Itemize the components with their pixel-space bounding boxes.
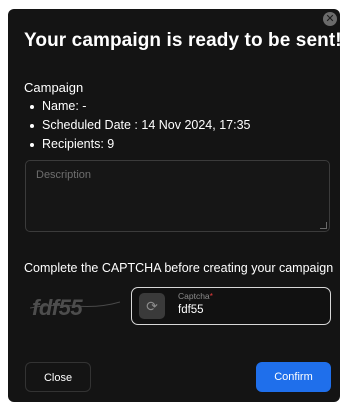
detail-scheduled-date: Scheduled Date : 14 Nov 2024, 17:35 xyxy=(28,116,250,135)
close-button[interactable]: Close xyxy=(25,362,91,392)
close-icon[interactable]: ✕ xyxy=(323,12,337,26)
detail-name: Name: - xyxy=(28,97,250,116)
dialog-title: Your campaign is ready to be sent! xyxy=(24,30,342,51)
confirm-button[interactable]: Confirm xyxy=(256,362,331,392)
required-mark: * xyxy=(209,291,213,301)
campaign-details-list: Name: - Scheduled Date : 14 Nov 2024, 17… xyxy=(28,97,250,154)
refresh-icon[interactable]: ⟳ xyxy=(139,293,165,319)
captcha-prompt: Complete the CAPTCHA before creating you… xyxy=(24,261,334,275)
captcha-input[interactable] xyxy=(178,302,318,318)
description-placeholder: Description xyxy=(36,169,92,181)
captcha-label: Captcha* xyxy=(178,291,213,301)
campaign-ready-dialog: ✕ Your campaign is ready to be sent! Cam… xyxy=(8,9,342,402)
captcha-image: fdf55 xyxy=(30,295,120,320)
campaign-heading: Campaign xyxy=(24,80,84,95)
resize-handle[interactable] xyxy=(320,222,327,229)
captcha-field: ⟳ Captcha* xyxy=(131,287,331,325)
captcha-image-text: fdf55 xyxy=(32,295,83,320)
detail-recipients: Recipients: 9 xyxy=(28,135,250,154)
description-textarea[interactable]: Description xyxy=(25,160,330,232)
